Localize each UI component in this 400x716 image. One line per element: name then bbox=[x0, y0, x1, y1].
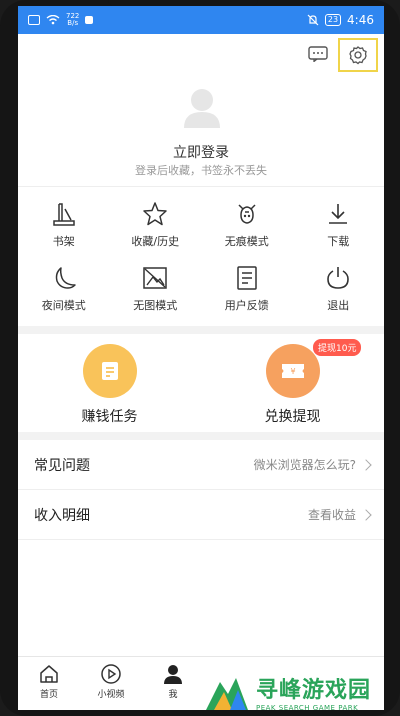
settings-button[interactable] bbox=[338, 38, 378, 72]
menu-row-income[interactable]: 收入明细 查看收益 bbox=[18, 490, 384, 540]
svg-text:¥: ¥ bbox=[290, 367, 295, 376]
tab-me[interactable]: 我 bbox=[142, 657, 204, 710]
watermark-subtitle: PEAK SEARCH GAME PARK bbox=[256, 704, 359, 712]
earn-tasks-label: 赚钱任务 bbox=[81, 409, 138, 425]
mountain-logo-icon bbox=[206, 678, 248, 710]
menu-hint: 微米浏览器怎么玩? bbox=[253, 458, 356, 472]
camera-notch bbox=[108, 0, 258, 6]
tab-label: 小视频 bbox=[97, 690, 125, 700]
moon-icon bbox=[55, 267, 76, 289]
tool-label: 夜间模式 bbox=[41, 299, 86, 312]
user-icon bbox=[164, 665, 182, 684]
tool-label: 无痕模式 bbox=[224, 235, 269, 248]
chevron-right-icon bbox=[360, 458, 372, 471]
home-icon bbox=[40, 665, 58, 683]
login-title[interactable]: 立即登录 bbox=[18, 142, 384, 162]
screen: 722 B/s 23 4:46 立即登录 登录后收藏，书签永不丢失 书架 收藏/… bbox=[18, 6, 384, 710]
redeem-label: 兑换提现 bbox=[264, 409, 321, 425]
coupon-icon: ¥ bbox=[281, 364, 304, 378]
chevron-right-icon bbox=[360, 508, 372, 521]
clock: 4:46 bbox=[347, 13, 374, 27]
section-divider bbox=[18, 432, 384, 440]
tool-label: 收藏/历史 bbox=[131, 235, 180, 248]
gear-icon bbox=[349, 46, 367, 65]
tool-bookshelf[interactable]: 书架 bbox=[18, 191, 110, 255]
mute-icon bbox=[307, 14, 319, 26]
download-icon bbox=[329, 204, 348, 224]
tool-feedback[interactable]: 用户反馈 bbox=[201, 255, 293, 319]
earn-tasks-circle bbox=[82, 344, 137, 398]
incognito-icon bbox=[238, 204, 256, 224]
menu-title: 收入明细 bbox=[34, 507, 90, 524]
menu-row-faq[interactable]: 常见问题 微米浏览器怎么玩? bbox=[18, 440, 384, 490]
tool-no-image-mode[interactable]: 无图模式 bbox=[110, 255, 202, 319]
tab-label: 首页 bbox=[39, 690, 58, 700]
menu-hint: 查看收益 bbox=[307, 508, 356, 522]
tab-short-video[interactable]: 小视频 bbox=[80, 657, 142, 710]
play-icon bbox=[101, 664, 121, 684]
message-icon[interactable] bbox=[308, 46, 328, 62]
section-divider bbox=[18, 326, 384, 334]
avatar[interactable] bbox=[180, 84, 224, 128]
phone-frame: 722 B/s 23 4:46 立即登录 登录后收藏，书签永不丢失 书架 收藏/… bbox=[0, 0, 400, 716]
wifi-icon bbox=[46, 15, 60, 25]
earn-tasks-entry[interactable]: 赚钱任务 bbox=[18, 334, 201, 432]
tool-label: 下载 bbox=[327, 235, 350, 248]
tools-grid: 书架 收藏/历史 无痕模式 下载 夜间模式 无图模式 用户反馈 退出 bbox=[18, 186, 384, 326]
tab-label: 我 bbox=[168, 690, 178, 700]
net-speed-unit: B/s bbox=[67, 19, 79, 27]
menu-right: 查看收益 bbox=[307, 506, 372, 523]
tool-label: 无图模式 bbox=[133, 299, 178, 312]
tool-night-mode[interactable]: 夜间模式 bbox=[18, 255, 110, 319]
bookshelf-icon bbox=[53, 203, 75, 226]
tool-download[interactable]: 下载 bbox=[293, 191, 385, 255]
star-icon bbox=[143, 202, 167, 226]
tool-label: 退出 bbox=[327, 299, 350, 312]
feedback-icon bbox=[237, 266, 257, 290]
redeem-circle: ¥ bbox=[265, 344, 320, 398]
tool-label: 书架 bbox=[52, 235, 75, 248]
tool-label: 用户反馈 bbox=[224, 299, 269, 312]
menu-title: 常见问题 bbox=[34, 457, 90, 474]
sim-icon bbox=[28, 15, 40, 25]
net-speed: 722 B/s bbox=[66, 13, 79, 27]
menu-right: 微米浏览器怎么玩? bbox=[253, 456, 372, 473]
task-list-icon bbox=[101, 362, 118, 380]
notification-dot-icon bbox=[85, 16, 94, 24]
tool-exit[interactable]: 退出 bbox=[293, 255, 385, 319]
redeem-entry[interactable]: ¥ 兑换提现 提现10元 bbox=[201, 334, 384, 432]
no-image-icon bbox=[143, 267, 167, 289]
watermark-title: 寻峰游戏园 bbox=[256, 678, 372, 703]
status-bar: 722 B/s 23 4:46 bbox=[18, 6, 384, 34]
watermark: 寻峰游戏园 PEAK SEARCH GAME PARK bbox=[204, 668, 400, 716]
redeem-badge: 提现10元 bbox=[313, 339, 362, 356]
login-subtitle: 登录后收藏，书签永不丢失 bbox=[135, 164, 267, 177]
power-icon bbox=[327, 267, 350, 289]
tool-incognito[interactable]: 无痕模式 bbox=[201, 191, 293, 255]
tool-favorites-history[interactable]: 收藏/历史 bbox=[110, 191, 202, 255]
tab-home[interactable]: 首页 bbox=[18, 657, 80, 710]
top-toolbar bbox=[18, 34, 384, 74]
battery-indicator: 23 bbox=[324, 14, 342, 26]
profile-section[interactable]: 立即登录 登录后收藏，书签永不丢失 bbox=[18, 74, 384, 186]
promo-section: 赚钱任务 ¥ 兑换提现 提现10元 bbox=[18, 334, 384, 432]
